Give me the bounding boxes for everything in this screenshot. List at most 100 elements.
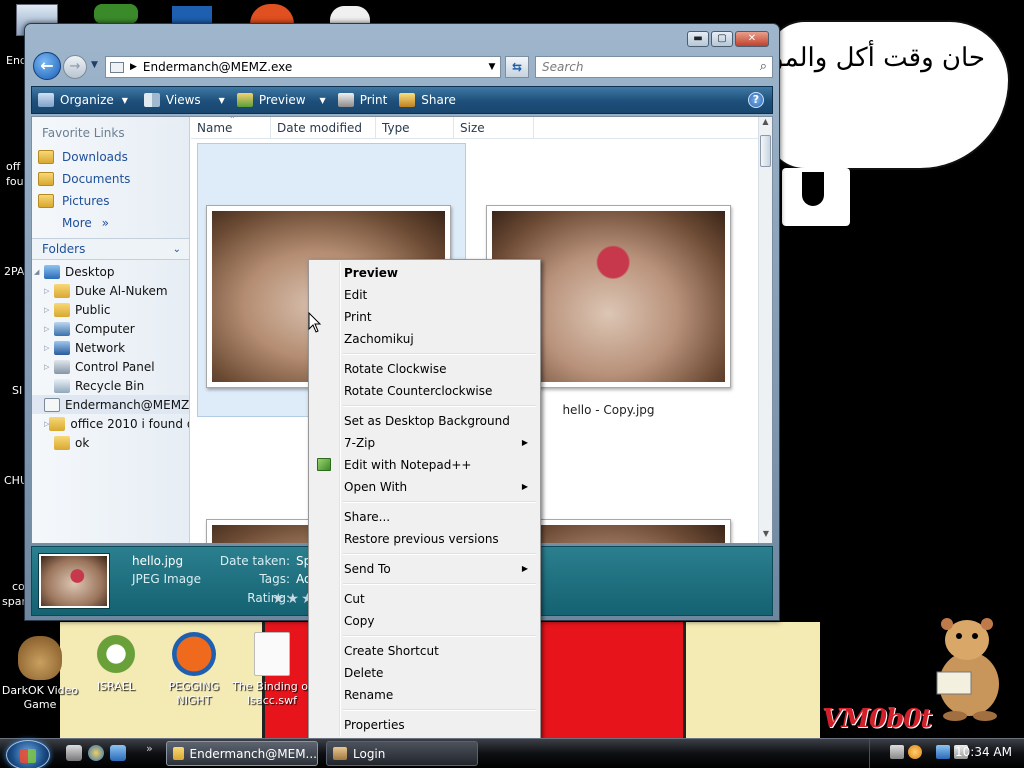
- quick-launch-browser-icon[interactable]: [88, 745, 104, 761]
- desktop-partial-icon[interactable]: [330, 6, 370, 24]
- preview-button[interactable]: Preview ▼: [231, 87, 332, 113]
- maximize-button[interactable]: ▢: [711, 31, 733, 47]
- menu-item-open-with[interactable]: Open With ▶: [311, 476, 538, 498]
- desktop-icon: [44, 264, 60, 279]
- address-value[interactable]: Endermanch@MEMZ.exe: [143, 60, 484, 74]
- desktop-icon-pegging-night[interactable]: PEGGING NIGHT: [154, 632, 234, 708]
- collapsed-triangle-icon[interactable]: ▷: [44, 306, 54, 314]
- documents-folder-icon: [38, 172, 54, 186]
- printer-icon: [337, 93, 354, 107]
- favorite-link-documents[interactable]: Documents: [32, 168, 189, 190]
- desktop-icon-darkok[interactable]: DarkOK Video Game: [0, 636, 80, 712]
- menu-item-restore-previous-versions[interactable]: Restore previous versions: [311, 528, 538, 550]
- quick-launch-overflow-icon[interactable]: »: [146, 742, 153, 755]
- desktop-icon-label: PEGGING NIGHT: [168, 680, 220, 707]
- menu-item-print[interactable]: Print: [311, 306, 538, 328]
- column-header-type[interactable]: Type: [376, 117, 454, 138]
- menu-item-rotate-counterclockwise[interactable]: Rotate Counterclockwise: [311, 380, 538, 402]
- search-input[interactable]: Search ⌕: [535, 56, 773, 78]
- close-button[interactable]: ✕: [735, 31, 769, 47]
- column-header-date-modified[interactable]: Date modified: [271, 117, 376, 138]
- desktop-partial-label[interactable]: 2PA: [4, 265, 24, 278]
- back-button[interactable]: ←: [33, 52, 61, 80]
- tree-item-desktop[interactable]: ◢ Desktop: [32, 262, 189, 281]
- menu-item-create-shortcut[interactable]: Create Shortcut: [311, 640, 538, 662]
- desktop-partial-label[interactable]: spar: [2, 595, 26, 608]
- start-button[interactable]: [6, 740, 50, 768]
- tree-item-computer[interactable]: ▷ Computer: [32, 319, 189, 338]
- quick-launch-icon[interactable]: [66, 745, 82, 761]
- menu-item-zachomikuj[interactable]: Zachomikuj: [311, 328, 538, 350]
- tree-item-endermanch[interactable]: Endermanch@MEMZ: [32, 395, 189, 414]
- minimize-button[interactable]: ▬: [687, 31, 709, 47]
- scrollbar-thumb[interactable]: [760, 135, 771, 167]
- desktop-partial-label[interactable]: SI: [12, 384, 22, 397]
- user-folder-icon: [54, 283, 70, 298]
- recent-pages-dropdown[interactable]: ▼: [91, 60, 98, 70]
- favorite-link-downloads[interactable]: Downloads: [32, 146, 189, 168]
- tray-app-icon[interactable]: [890, 745, 904, 759]
- menu-item-rename[interactable]: Rename: [311, 684, 538, 706]
- vertical-scrollbar[interactable]: ▲ ▼: [758, 117, 772, 543]
- desktop-icon-israel[interactable]: ISRAEL: [76, 632, 156, 694]
- address-dropdown-icon[interactable]: ▼: [484, 62, 500, 72]
- favorite-link-pictures[interactable]: Pictures: [32, 190, 189, 212]
- address-bar[interactable]: ▶ Endermanch@MEMZ.exe ▼: [105, 56, 501, 78]
- forward-button[interactable]: →: [63, 55, 87, 79]
- folders-toggle[interactable]: Folders ⌄: [32, 238, 189, 260]
- print-button[interactable]: Print: [332, 87, 394, 113]
- tray-search-icon[interactable]: [908, 745, 922, 759]
- menu-item-edit-with-notepad[interactable]: Edit with Notepad++: [311, 454, 538, 476]
- menu-item-share[interactable]: Share...: [311, 506, 538, 528]
- scroll-up-icon[interactable]: ▲: [759, 117, 772, 131]
- chevron-down-icon: ▼: [218, 95, 225, 105]
- collapsed-triangle-icon[interactable]: ▷: [44, 287, 54, 295]
- column-header-size[interactable]: Size: [454, 117, 534, 138]
- desktop-partial-icon[interactable]: [94, 4, 138, 24]
- column-label: Size: [460, 121, 485, 135]
- views-button[interactable]: Views ▼: [138, 87, 231, 113]
- more-favorites-link[interactable]: More »: [32, 212, 189, 234]
- desktop-partial-label[interactable]: co: [12, 580, 25, 593]
- show-desktop-icon[interactable]: [110, 745, 126, 761]
- refresh-button[interactable]: ⇆: [505, 56, 529, 78]
- menu-item-preview[interactable]: Preview: [311, 262, 538, 284]
- taskbar-button-login[interactable]: Login: [326, 741, 478, 766]
- taskbar-button-explorer[interactable]: Endermanch@MEM...: [166, 741, 318, 766]
- scroll-down-icon[interactable]: ▼: [759, 529, 772, 543]
- menu-item-delete[interactable]: Delete: [311, 662, 538, 684]
- collapsed-triangle-icon[interactable]: ▷: [44, 325, 54, 333]
- tree-item-duke[interactable]: ▷ Duke Al-Nukem: [32, 281, 189, 300]
- menu-item-edit[interactable]: Edit: [311, 284, 538, 306]
- menu-item-copy[interactable]: Copy: [311, 610, 538, 632]
- taskbar-clock[interactable]: 10:34 AM: [955, 745, 1012, 759]
- breadcrumb-separator-icon[interactable]: ▶: [130, 62, 137, 72]
- help-icon[interactable]: ?: [748, 92, 764, 108]
- menu-item-cut[interactable]: Cut: [311, 588, 538, 610]
- double-chevron-right-icon: »: [101, 216, 109, 230]
- menu-item-set-as-desktop-background[interactable]: Set as Desktop Background: [311, 410, 538, 432]
- desktop-partial-label[interactable]: fou: [6, 175, 24, 188]
- tree-item-recycle-bin[interactable]: Recycle Bin: [32, 376, 189, 395]
- menu-item-properties[interactable]: Properties: [311, 714, 538, 736]
- desktop-partial-icon[interactable]: [250, 4, 294, 24]
- menu-item-7-zip[interactable]: 7-Zip ▶: [311, 432, 538, 454]
- tree-item-public[interactable]: ▷ Public: [32, 300, 189, 319]
- search-icon[interactable]: ⌕: [760, 59, 767, 74]
- desktop-icon-binding-of-isaac[interactable]: The Binding of Isacc.swf: [232, 632, 312, 708]
- collapsed-triangle-icon[interactable]: ▷: [44, 363, 54, 371]
- column-header-name[interactable]: ⌃ Name: [191, 117, 271, 138]
- network-status-icon[interactable]: [936, 745, 950, 759]
- tree-item-ok[interactable]: ok: [32, 433, 189, 452]
- desktop-partial-label[interactable]: off: [6, 160, 20, 173]
- collapsed-triangle-icon[interactable]: ▷: [44, 344, 54, 352]
- tree-item-office[interactable]: ▷ office 2010 i found on: [32, 414, 189, 433]
- tree-item-network[interactable]: ▷ Network: [32, 338, 189, 357]
- share-button[interactable]: Share: [393, 87, 462, 113]
- tree-item-control-panel[interactable]: ▷ Control Panel: [32, 357, 189, 376]
- expanded-triangle-icon[interactable]: ◢: [34, 268, 44, 276]
- menu-item-rotate-clockwise[interactable]: Rotate Clockwise: [311, 358, 538, 380]
- menu-item-send-to[interactable]: Send To ▶: [311, 558, 538, 580]
- organize-button[interactable]: Organize ▼: [32, 87, 134, 113]
- folder-icon: [110, 61, 124, 73]
